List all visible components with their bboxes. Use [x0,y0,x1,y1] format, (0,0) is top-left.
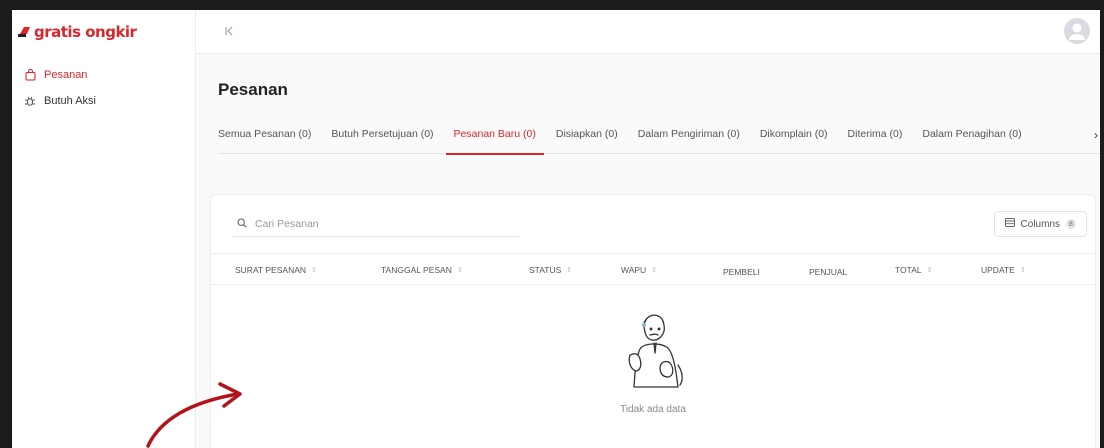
bug-icon [24,95,36,107]
collapse-left-icon[interactable] [222,24,236,38]
th-tanggal-pesan[interactable]: TANGGAL PESAN ⇕ [381,265,463,275]
search-icon [237,215,247,233]
annotation-arrow-icon [146,382,242,448]
search-input[interactable] [255,217,495,230]
th-total[interactable]: TOTAL ⇕ [895,265,932,275]
chevron-right-icon[interactable]: › [1090,128,1098,142]
columns-button[interactable]: Columns 8 [993,211,1087,237]
sort-icon: ⇕ [311,266,317,274]
tab-dikomplain[interactable]: Dikomplain (0) [760,120,828,154]
columns-count-badge: 8 [1066,219,1076,229]
tab-dalam-pengiriman[interactable]: Dalam Pengiriman (0) [638,120,740,154]
bag-icon [24,69,36,81]
sidebar-item-pesanan[interactable]: Pesanan [12,62,196,88]
sidebar-item-label: Butuh Aksi [44,95,96,107]
logo-truck-icon [18,25,32,39]
tab-semua-pesanan[interactable]: Semua Pesanan (0) [218,120,311,154]
user-avatar-icon[interactable] [1064,18,1090,44]
columns-label: Columns [1020,218,1060,230]
orders-card: Columns 8 SURAT PESANAN⇕ TANGGAL PESAN⇕ … [210,194,1096,448]
th-wapu[interactable]: WAPU ⇕ [621,265,657,275]
sort-icon: ⇕ [1019,266,1026,274]
tab-diterima[interactable]: Diterima (0) [848,120,903,154]
th-status[interactable]: STATUS ⇕ [529,265,572,275]
columns-icon [1004,218,1015,230]
table-header: SURAT PESANAN ⇕ TANGGAL PESAN ⇕ STATUS ⇕ WA… [211,253,1095,285]
empty-state: Tidak ada data [211,305,1095,415]
empty-state-illustration-icon [618,314,688,397]
sort-icon: ⇕ [566,266,573,274]
sidebar-item-label: Pesanan [44,69,88,81]
page-title: Pesanan [218,80,288,99]
th-penjual: PENJUAL [809,267,848,277]
sidebar-nav: Pesanan Butuh Aksi [12,62,196,114]
th-surat-pesanan[interactable]: SURAT PESANAN ⇕ [235,265,317,275]
topbar [196,10,1100,54]
logo[interactable]: gratis ongkir [18,20,137,44]
tab-pesanan-baru[interactable]: Pesanan Baru (0) [445,120,545,155]
tab-butuh-persetujuan[interactable]: Butuh Persetujuan (0) [331,120,433,154]
empty-state-text: Tidak ada data [620,404,686,415]
main-content: Pesanan Semua Pesanan (0) Butuh Persetuj… [196,54,1100,448]
th-pembeli: PEMBELI [723,267,760,277]
tab-dalam-penagihan[interactable]: Dalam Penagihan (0) [922,120,1021,154]
th-update[interactable]: UPDATE ⇕ [981,265,1026,275]
sort-icon: ⇕ [651,266,658,274]
sidebar-item-butuh-aksi[interactable]: Butuh Aksi [12,88,196,114]
search-bar [233,211,519,237]
logo-text: gratis ongkir [34,23,137,41]
sort-icon: ⇕ [926,266,933,274]
tab-disiapkan[interactable]: Disiapkan (0) [556,120,618,154]
order-tabs: Semua Pesanan (0) Butuh Persetujuan (0) … [218,120,1100,155]
sort-icon: ⇕ [456,266,463,274]
